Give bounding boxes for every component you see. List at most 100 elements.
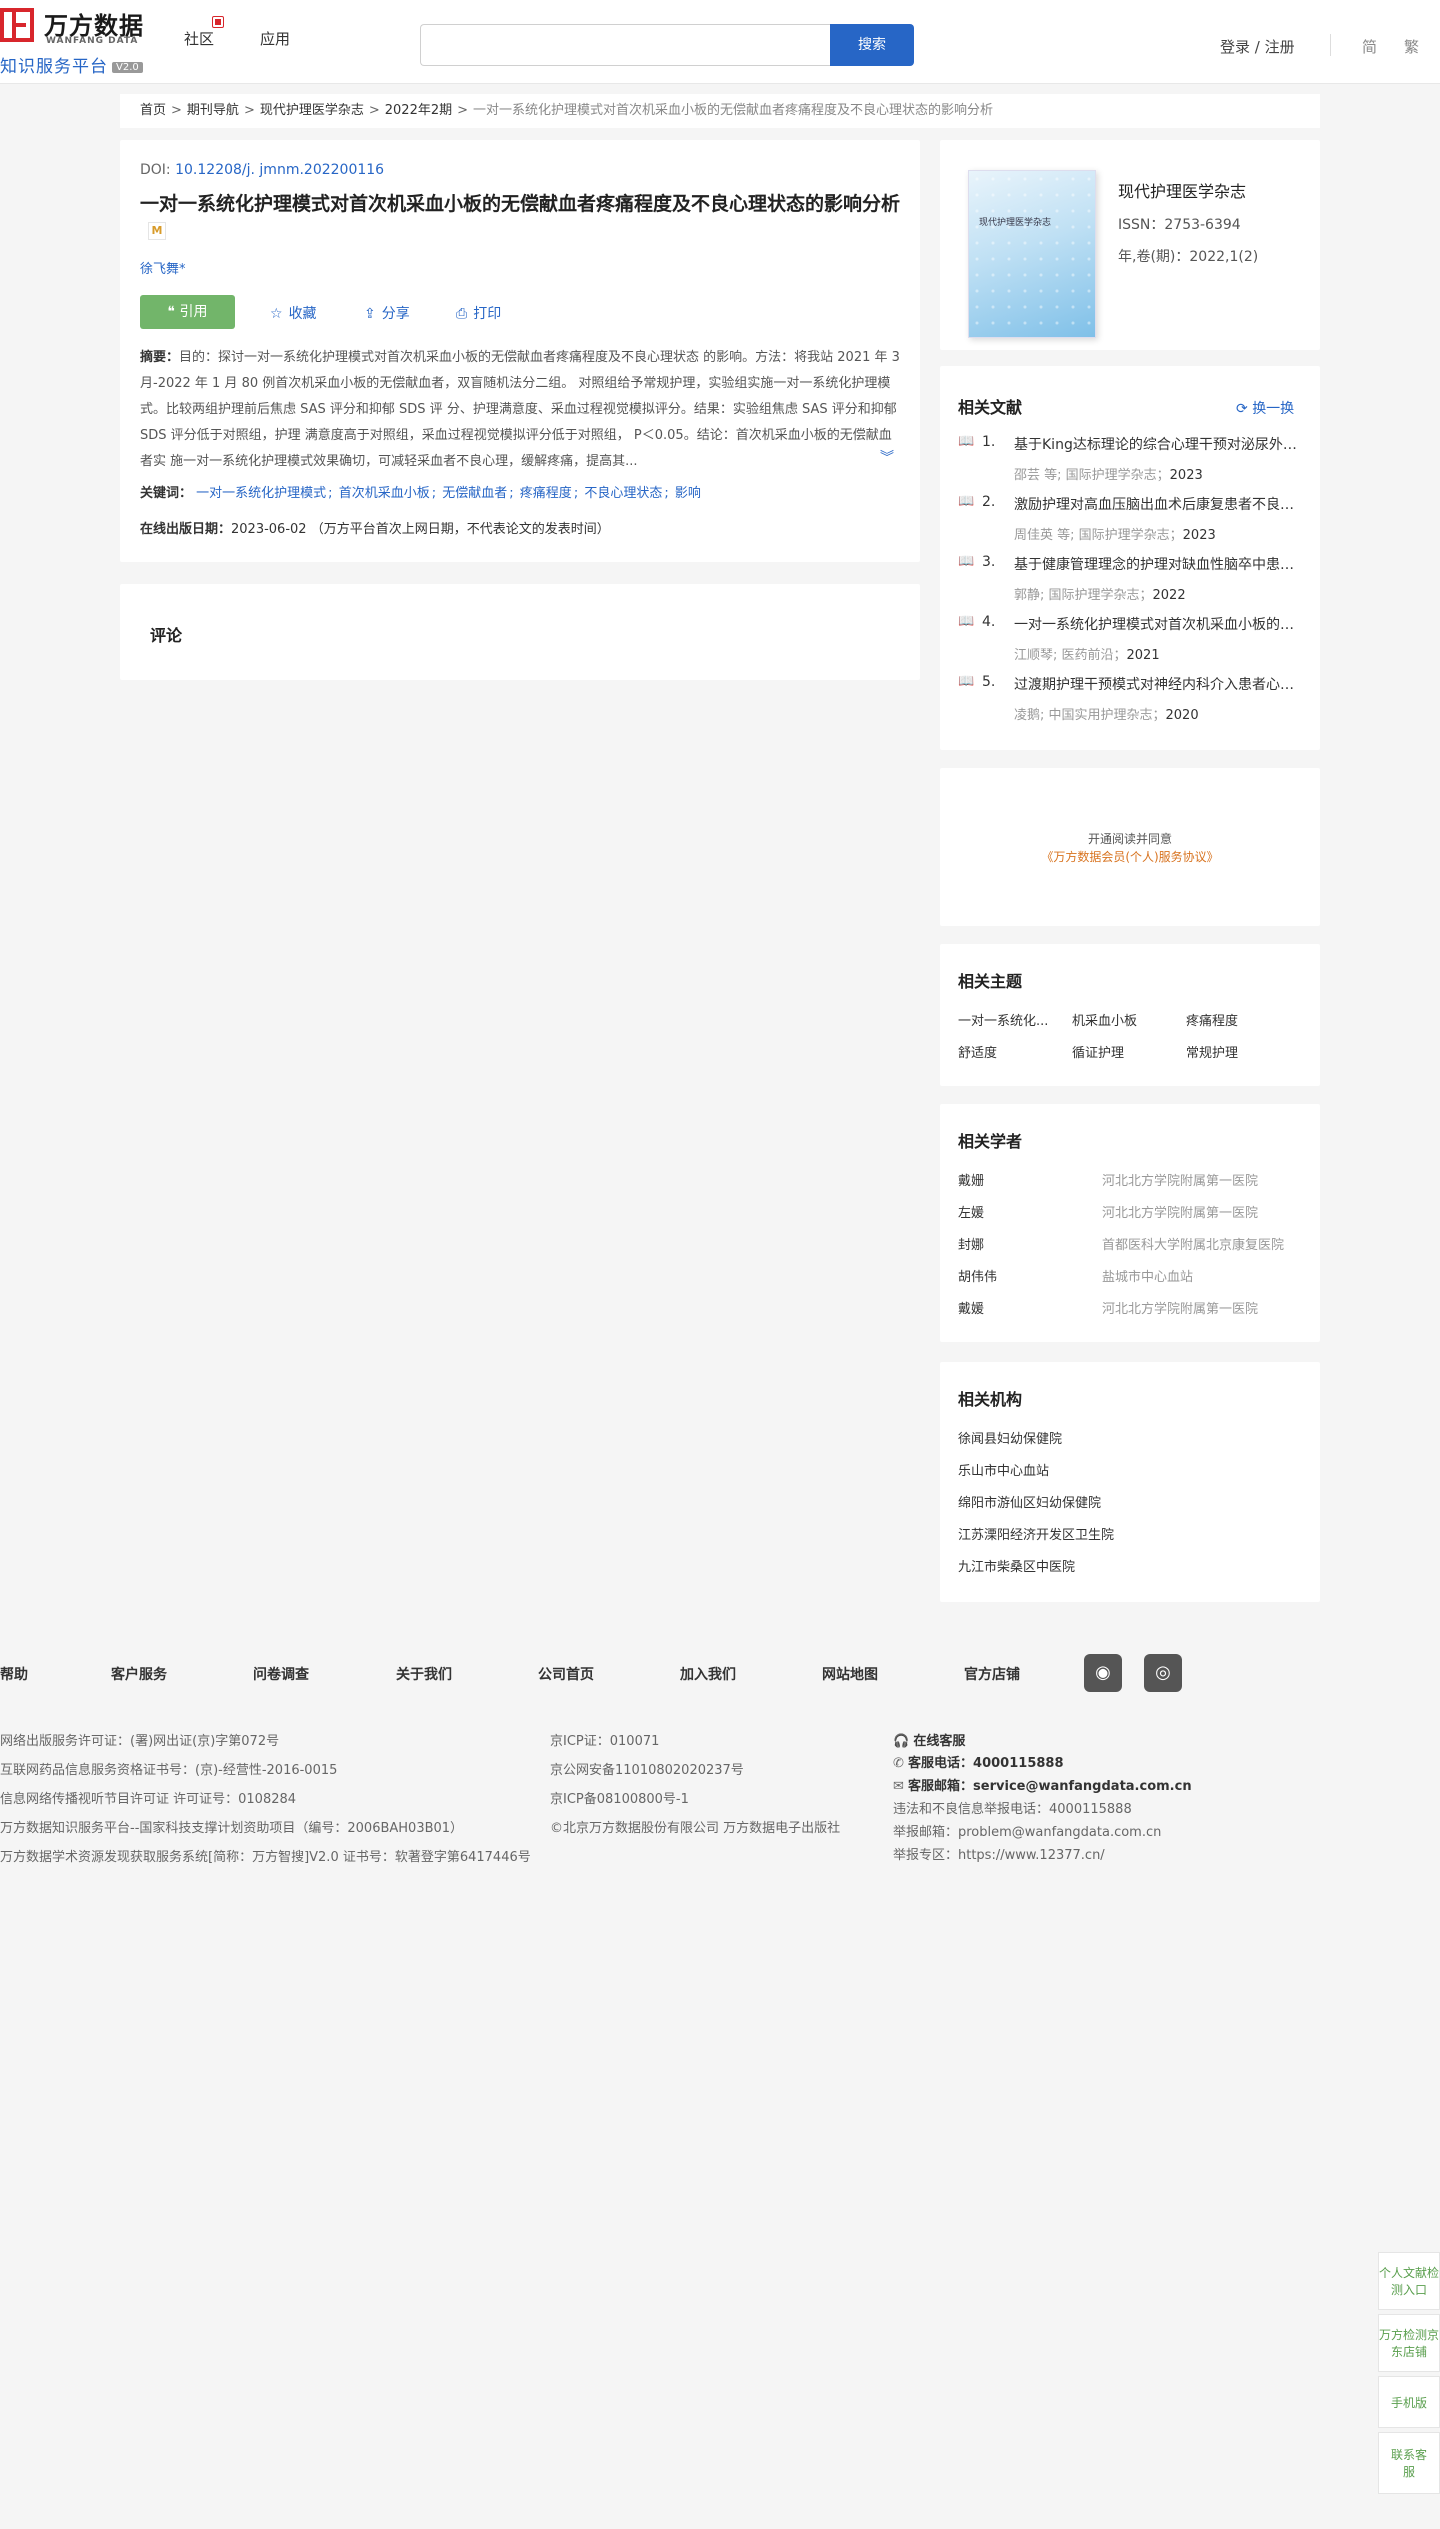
keyword-link[interactable]: 不良心理状态 bbox=[584, 486, 662, 501]
topic-tag[interactable]: 疼痛程度 bbox=[1186, 1010, 1238, 1029]
cite-button[interactable]: ❝ 引用 bbox=[140, 295, 235, 329]
phone-icon: ✆ bbox=[893, 1756, 909, 1771]
footer-license: 互联网药品信息服务资格证书号：(京)-经营性-2016-0015 bbox=[0, 1763, 338, 1778]
journal-cover[interactable]: 现代护理医学杂志 bbox=[968, 170, 1096, 338]
topic-tag[interactable]: 循证护理 bbox=[1072, 1042, 1124, 1061]
cover-pattern bbox=[969, 171, 1095, 337]
mail-icon: ✉ bbox=[893, 1779, 909, 1794]
breadcrumb: 首页 > 期刊导航 > 现代护理医学杂志 >2022年2期 > 一对一系统化护理模式对首次机采… bbox=[120, 94, 1320, 128]
nav-community-label: 社区 bbox=[184, 30, 215, 48]
login-register-link[interactable]: 登录 / 注册 bbox=[1220, 36, 1295, 57]
org-link[interactable]: 乐山市中心血站 bbox=[958, 1460, 1049, 1479]
wechat-icon[interactable]: ◎ bbox=[1144, 1654, 1182, 1692]
phone-label: 客服电话： bbox=[908, 1756, 974, 1771]
footer-license: 万方数据学术资源发现获取服务系统[简称：万方智搜]V2.0 证书号：软著登字第6… bbox=[0, 1850, 531, 1865]
related-title[interactable]: 基于健康管理理念的护理对缺血性脑卒中患者... bbox=[1014, 554, 1304, 574]
expand-chevron-icon[interactable]: ︾ bbox=[880, 447, 894, 467]
nav-community[interactable]: 社区 bbox=[184, 16, 224, 49]
related-year: 2023 bbox=[1169, 468, 1203, 483]
print-label: 打印 bbox=[473, 306, 502, 322]
refresh-label: 换一换 bbox=[1252, 401, 1295, 417]
scholar-name[interactable]: 左媛 bbox=[958, 1202, 984, 1221]
footer-customer-service[interactable]: 客户服务 bbox=[111, 1664, 167, 1684]
pubdate-note: （万方平台首次上网日期，不代表论文的发表时间） bbox=[310, 522, 610, 537]
sidebar-personal-check[interactable]: 个人文献检测入口 bbox=[1378, 2252, 1440, 2310]
footer-join-us[interactable]: 加入我们 bbox=[680, 1664, 736, 1684]
org-link[interactable]: 徐闻县妇幼保健院 bbox=[958, 1428, 1062, 1447]
lang-traditional[interactable]: 繁 bbox=[1404, 36, 1419, 57]
related-source: 凌鹅; 中国实用护理杂志； bbox=[1014, 708, 1166, 723]
related-num: 4. bbox=[982, 614, 996, 630]
search-input[interactable] bbox=[420, 24, 830, 66]
nav-apps[interactable]: 应用 bbox=[260, 28, 290, 49]
footer-help[interactable]: 帮助 bbox=[0, 1664, 28, 1684]
agreement-link[interactable]: 《万方数据会员(个人)服务协议》 bbox=[940, 848, 1320, 865]
footer-license: 网络出版服务许可证：(署)网出证(京)字第072号 bbox=[0, 1734, 280, 1749]
breadcrumb-issue[interactable]: 2022年2期 bbox=[385, 103, 452, 118]
topic-tag[interactable]: 常规护理 bbox=[1186, 1042, 1238, 1061]
footer-company-home[interactable]: 公司首页 bbox=[538, 1664, 594, 1684]
related-year: 2023 bbox=[1182, 528, 1216, 543]
pubdate-value: 2023-06-02 bbox=[231, 522, 307, 537]
related-year: 2022 bbox=[1152, 588, 1186, 603]
footer-icp[interactable]: 京ICP证：010071 bbox=[550, 1730, 659, 1749]
topic-tag[interactable]: 一对一系统化... bbox=[958, 1010, 1048, 1029]
scholar-name[interactable]: 戴姗 bbox=[958, 1170, 984, 1189]
sidebar-mobile[interactable]: 手机版 bbox=[1378, 2376, 1440, 2428]
related-title[interactable]: 激励护理对高血压脑出血术后康复患者不良心理状态... bbox=[1014, 494, 1304, 514]
keyword-link[interactable]: 影响 bbox=[675, 486, 701, 501]
keyword-link[interactable]: 无偿献血者 bbox=[442, 486, 507, 501]
weibo-icon[interactable]: ◉ bbox=[1084, 1654, 1122, 1692]
journal-name[interactable]: 现代护理医学杂志 bbox=[1118, 178, 1246, 202]
related-source: 江顺琴; 医药前沿； bbox=[1014, 648, 1127, 663]
related-num: 5. bbox=[982, 674, 996, 690]
related-scholars-title: 相关学者 bbox=[958, 1132, 1023, 1151]
footer-report-zone[interactable]: 举报专区：https://www.12377.cn/ bbox=[893, 1844, 1105, 1863]
org-link[interactable]: 江苏溧阳经济开发区卫生院 bbox=[958, 1524, 1114, 1543]
footer-phone: ✆ 客服电话：4000115888 bbox=[893, 1752, 1064, 1771]
sidebar-jd-store[interactable]: 万方检测京东店铺 bbox=[1378, 2314, 1440, 2372]
related-source: 周佳英 等; 国际护理学杂志； bbox=[1014, 528, 1183, 543]
scholar-name[interactable]: 封娜 bbox=[958, 1234, 984, 1253]
footer-survey[interactable]: 问卷调查 bbox=[253, 1664, 309, 1684]
related-title[interactable]: 一对一系统化护理模式对首次机采血小板的无偿献血者... bbox=[1014, 614, 1304, 634]
footer-icp[interactable]: 京ICP备08100800号-1 bbox=[550, 1788, 689, 1807]
abstract-text: 目的：探讨一对一系统化护理模式对首次机采血小板的无偿献血者疼痛程度及不良心理状态… bbox=[140, 350, 900, 469]
footer-report-phone: 违法和不良信息举报电话：4000115888 bbox=[893, 1802, 1132, 1817]
footer-sitemap[interactable]: 网站地图 bbox=[822, 1664, 878, 1684]
doi-link[interactable]: 10.12208/j. jmnm.202200116 bbox=[175, 162, 384, 178]
breadcrumb-home[interactable]: 首页 bbox=[140, 103, 166, 118]
footer-online-service[interactable]: 🎧 在线客服 bbox=[893, 1730, 965, 1749]
sidebar-contact[interactable]: 联系客服 bbox=[1378, 2432, 1440, 2494]
logo-subtitle-text: 知识服务平台 bbox=[0, 57, 108, 77]
topic-tag[interactable]: 舒适度 bbox=[958, 1042, 997, 1061]
related-num: 2. bbox=[982, 494, 996, 510]
email-address[interactable]: service@wanfangdata.com.cn bbox=[973, 1779, 1192, 1794]
logo-mark-icon bbox=[0, 8, 34, 42]
related-literature-card: 相关文献 ⟳ 换一换 📖 1. 基于King达标理论的综合心理干预对泌尿外科手术… bbox=[940, 366, 1320, 750]
wanfang-logo[interactable]: 万方数据 WANFANG DATA 知识服务平台 V2.0 bbox=[0, 6, 150, 77]
author-link[interactable]: 徐飞舞* bbox=[140, 258, 186, 277]
org-link[interactable]: 九江市柴桑区中医院 bbox=[958, 1556, 1075, 1575]
breadcrumb-journal-nav[interactable]: 期刊导航 bbox=[187, 103, 239, 118]
scholar-name[interactable]: 戴媛 bbox=[958, 1298, 984, 1317]
topic-tag[interactable]: 机采血小板 bbox=[1072, 1010, 1137, 1029]
footer-icp[interactable]: 京公网安备11010802020237号 bbox=[550, 1759, 744, 1778]
related-title[interactable]: 基于King达标理论的综合心理干预对泌尿外科手术患者... bbox=[1014, 434, 1304, 454]
share-button[interactable]: ⇪ 分享 bbox=[364, 303, 410, 323]
breadcrumb-journal[interactable]: 现代护理医学杂志 bbox=[260, 103, 364, 118]
footer-about[interactable]: 关于我们 bbox=[396, 1664, 452, 1684]
footer-official-store[interactable]: 官方店铺 bbox=[964, 1664, 1020, 1684]
keyword-link[interactable]: 一对一系统化护理模式 bbox=[196, 486, 326, 501]
scholar-name[interactable]: 胡伟伟 bbox=[958, 1266, 997, 1285]
org-link[interactable]: 绵阳市游仙区妇幼保健院 bbox=[958, 1492, 1101, 1511]
lang-simplified[interactable]: 简 bbox=[1362, 36, 1377, 57]
keyword-link[interactable]: 首次机采血小板 bbox=[339, 486, 430, 501]
search-button[interactable]: 搜索 bbox=[830, 24, 914, 66]
refresh-button[interactable]: ⟳ 换一换 bbox=[1236, 398, 1294, 418]
related-title[interactable]: 过渡期护理干预模式对神经内科介入患者心理状态... bbox=[1014, 674, 1304, 694]
print-button[interactable]: ⎙ 打印 bbox=[456, 303, 501, 323]
keyword-link[interactable]: 疼痛程度 bbox=[520, 486, 572, 501]
collect-button[interactable]: ☆ 收藏 bbox=[270, 303, 317, 323]
medline-badge-icon: M bbox=[148, 222, 166, 240]
